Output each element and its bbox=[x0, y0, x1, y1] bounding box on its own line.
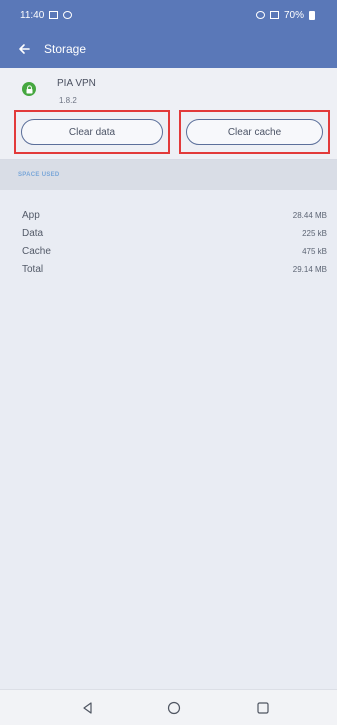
storage-list: App 28.44 MB Data 225 kB Cache 475 kB To… bbox=[0, 206, 337, 278]
storage-value: 28.44 MB bbox=[292, 210, 327, 220]
storage-label: Data bbox=[22, 227, 44, 239]
lock-icon bbox=[22, 82, 36, 96]
vibrate-icon bbox=[255, 11, 265, 19]
status-left: 11:40 bbox=[20, 9, 73, 21]
storage-label: Total bbox=[22, 263, 44, 275]
storage-row-cache: Cache 475 kB bbox=[0, 242, 337, 260]
clear-data-highlight: Clear data bbox=[14, 110, 170, 154]
navigation-bar bbox=[0, 689, 337, 725]
battery-percent: 70% bbox=[283, 9, 304, 21]
storage-value: 225 kB bbox=[302, 228, 327, 238]
circle-home-icon[interactable] bbox=[164, 698, 184, 718]
section-header: SPACE USED bbox=[0, 160, 337, 190]
page-title: Storage bbox=[44, 42, 87, 56]
triangle-back-icon[interactable] bbox=[78, 698, 98, 718]
square-recents-icon[interactable] bbox=[253, 698, 273, 718]
app-name: PIA VPN bbox=[57, 78, 96, 89]
signal-icon bbox=[269, 11, 279, 19]
clear-cache-button[interactable]: Clear cache bbox=[186, 119, 323, 145]
status-time: 11:40 bbox=[20, 9, 45, 21]
clear-cache-highlight: Clear cache bbox=[179, 110, 330, 154]
status-right: 70% bbox=[255, 9, 315, 21]
storage-row-total: Total 29.14 MB bbox=[0, 260, 337, 278]
clear-data-button[interactable]: Clear data bbox=[21, 119, 163, 145]
back-arrow-icon[interactable] bbox=[16, 41, 32, 57]
app-version: 1.8.2 bbox=[59, 96, 77, 105]
storage-label: App bbox=[22, 209, 40, 221]
storage-value: 475 kB bbox=[302, 246, 327, 256]
app-info-card: PIA VPN 1.8.2 Clear data Clear cache bbox=[0, 68, 337, 160]
battery-icon bbox=[309, 10, 315, 20]
notification-icon bbox=[49, 11, 59, 19]
storage-value: 29.14 MB bbox=[292, 264, 327, 274]
storage-row-data: Data 225 kB bbox=[0, 224, 337, 242]
storage-row-app: App 28.44 MB bbox=[0, 206, 337, 224]
title-bar: Storage bbox=[0, 30, 337, 68]
status-bar: 11:40 70% bbox=[0, 0, 337, 30]
sync-icon bbox=[63, 11, 73, 19]
app-bar: 11:40 70% Storage bbox=[0, 0, 337, 68]
storage-label: Cache bbox=[22, 245, 51, 257]
